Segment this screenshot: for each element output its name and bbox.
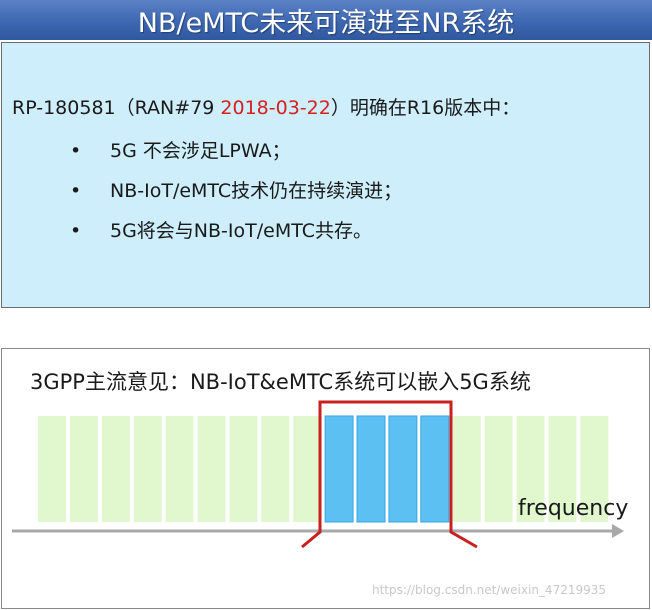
watermark: https://blog.csdn.net/weixin_47219935 <box>372 583 607 597</box>
nr-spectrum-block <box>165 416 194 522</box>
nr-spectrum-block <box>197 416 226 522</box>
nr-spectrum-block <box>293 416 322 522</box>
nb-emtc-block <box>420 415 450 523</box>
nb-emtc-block <box>388 415 418 523</box>
nr-spectrum-block <box>101 416 130 522</box>
nr-spectrum-block <box>261 416 290 522</box>
nr-spectrum-block <box>484 416 513 522</box>
nb-emtc-block <box>324 415 354 523</box>
nr-spectrum-block <box>38 416 66 522</box>
nb-emtc-block <box>356 415 386 523</box>
nr-spectrum-block <box>229 416 258 522</box>
nr-spectrum-block <box>452 416 481 522</box>
frequency-axis-arrowhead <box>612 524 624 538</box>
nr-spectrum-block <box>69 416 98 522</box>
frequency-label: frequency <box>518 496 629 521</box>
nr-spectrum-block <box>133 416 162 522</box>
